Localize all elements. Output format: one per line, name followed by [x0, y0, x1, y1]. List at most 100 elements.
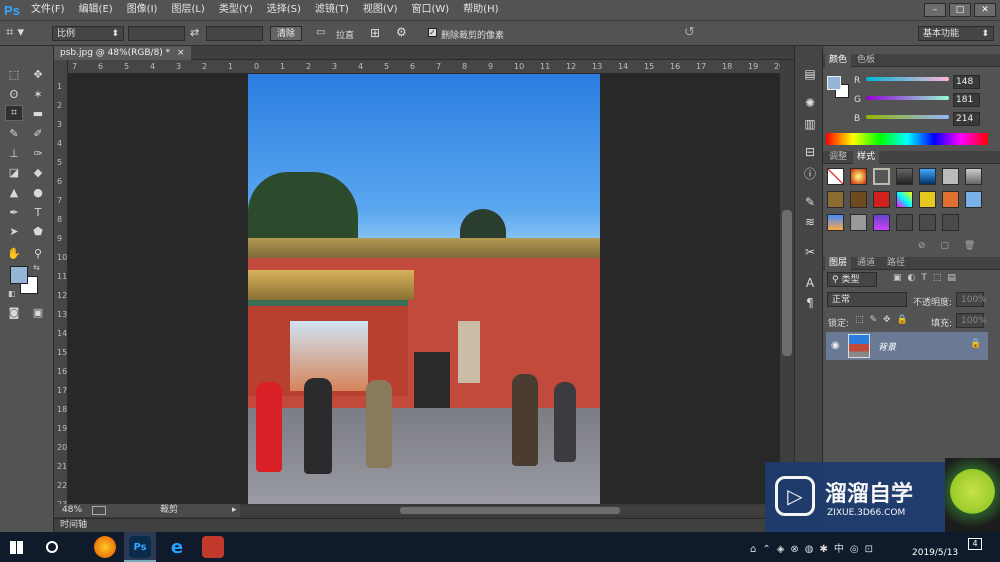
style-none[interactable] [827, 168, 844, 185]
zoom-level[interactable]: 48% [62, 504, 82, 517]
menu-filter[interactable]: 滤镜(T) [308, 0, 356, 20]
clear-style-icon[interactable]: ⊘ [918, 241, 926, 251]
character-icon[interactable]: A [801, 275, 819, 291]
ruler-tool-icon[interactable]: ▬ [29, 105, 47, 121]
info-icon[interactable]: ⓘ [801, 165, 819, 181]
paragraph-icon[interactable]: ¶ [801, 295, 819, 311]
menu-file[interactable]: 文件(F) [24, 0, 72, 20]
reset-icon[interactable]: ↺ [684, 25, 695, 40]
style-swatch[interactable] [827, 191, 844, 208]
app-red-icon[interactable] [202, 536, 224, 558]
blend-mode-dropdown[interactable]: 正常 [827, 292, 907, 307]
new-style-icon[interactable]: ▢ [940, 241, 949, 251]
style-swatch[interactable] [919, 191, 936, 208]
tab-styles[interactable]: 样式 [853, 151, 880, 164]
layer-filter-dropdown[interactable]: ⚲ 类型 [827, 272, 877, 287]
status-arrow-icon[interactable]: ▸ [232, 504, 237, 517]
r-value[interactable]: 148 [953, 75, 980, 89]
clock-date[interactable]: 2019/5/13 [912, 548, 958, 558]
style-swatch[interactable] [873, 168, 890, 185]
canvas-area[interactable] [68, 74, 780, 504]
swap-icon[interactable]: ⇄ [190, 26, 199, 39]
tab-adjustments[interactable]: 调整 [825, 151, 851, 164]
notification-icon[interactable]: 4 [968, 538, 982, 550]
style-swatch[interactable] [850, 214, 867, 231]
properties-icon[interactable]: ⊟ [801, 144, 819, 160]
pen-tool-icon[interactable]: ✒ [5, 204, 23, 220]
lasso-tool-icon[interactable]: ʘ [5, 86, 23, 102]
magic-wand-tool-icon[interactable]: ✶ [29, 86, 47, 102]
menu-view[interactable]: 视图(V) [356, 0, 405, 20]
actions-icon[interactable]: ✺ [801, 95, 819, 111]
horizontal-scrollbar[interactable] [240, 506, 780, 515]
histogram-icon[interactable]: ▥ [801, 116, 819, 132]
menu-select[interactable]: 选择(S) [260, 0, 308, 20]
shape-tool-icon[interactable]: ⬟ [29, 223, 47, 239]
ie-icon[interactable]: e [166, 536, 188, 558]
workspace-dropdown[interactable]: 基本功能 ⬍ [918, 26, 994, 41]
ratio-dropdown[interactable]: 比例 ⬍ [52, 26, 124, 41]
dodge-tool-icon[interactable]: ● [29, 184, 47, 200]
timeline-label[interactable]: 时间轴 [60, 520, 87, 530]
style-swatch[interactable] [850, 168, 867, 185]
style-swatch[interactable] [896, 191, 913, 208]
zoom-tool-icon[interactable]: ⚲ [29, 245, 47, 261]
clone-stamp-icon[interactable]: ⊥ [5, 145, 23, 161]
r-slider[interactable] [866, 77, 949, 81]
tab-color[interactable]: 颜色 [825, 54, 852, 67]
height-field[interactable] [206, 26, 263, 41]
straighten-label[interactable]: 拉直 [336, 28, 354, 41]
menu-window[interactable]: 窗口(W) [404, 0, 456, 20]
layer-row-background[interactable]: ◉ 背景 🔒 [826, 332, 988, 360]
type-tool-icon[interactable]: T [29, 204, 47, 220]
firefox-icon[interactable] [94, 536, 116, 558]
menu-layer[interactable]: 图层(L) [164, 0, 211, 20]
b-value[interactable]: 214 [953, 112, 980, 126]
windows-start-icon[interactable] [10, 541, 23, 554]
quick-mask-icon[interactable]: ◙ [5, 304, 23, 320]
brush-tool-icon[interactable]: ✐ [29, 125, 47, 141]
style-swatch[interactable] [873, 214, 890, 231]
layer-name[interactable]: 背景 [878, 340, 896, 353]
style-swatch[interactable] [965, 191, 982, 208]
vertical-scroll-thumb[interactable] [782, 210, 792, 356]
move-tool-icon[interactable]: ✥ [29, 66, 47, 82]
document-tab[interactable]: psb.jpg @ 48%(RGB/8) * × [54, 46, 191, 60]
style-swatch[interactable] [873, 191, 890, 208]
opacity-field[interactable]: 100% [956, 292, 987, 307]
foreground-color-swatch[interactable] [10, 266, 28, 284]
style-swatch[interactable] [942, 168, 959, 185]
style-swatch[interactable] [942, 214, 959, 231]
blur-tool-icon[interactable]: ▲ [5, 184, 23, 200]
path-selection-icon[interactable]: ➤ [5, 223, 23, 239]
tray-icons[interactable]: ⌂⌃◈⊗◍✱中◎⊡ [750, 540, 879, 555]
close-button[interactable]: ✕ [974, 3, 996, 17]
task-view-icon[interactable] [46, 541, 58, 553]
screen-mode-icon[interactable]: ▣ [29, 304, 47, 320]
tab-paths[interactable]: 路径 [883, 257, 909, 270]
default-colors-icon[interactable]: ◧ [8, 289, 16, 298]
g-value[interactable]: 181 [953, 93, 980, 107]
history-icon[interactable]: ▤ [801, 66, 819, 82]
width-field[interactable] [128, 26, 185, 41]
trash-icon[interactable]: 🗑 [964, 241, 975, 251]
style-swatch[interactable] [850, 191, 867, 208]
style-swatch[interactable] [896, 168, 913, 185]
vertical-scrollbar[interactable] [780, 60, 794, 506]
menu-image[interactable]: 图像(I) [120, 0, 165, 20]
eraser-tool-icon[interactable]: ◪ [5, 164, 23, 180]
menu-help[interactable]: 帮助(H) [456, 0, 505, 20]
delete-cropped-checkbox[interactable]: ✓ [428, 28, 437, 37]
crop-tool-preset-icon[interactable]: ⌗ ▾ [6, 25, 36, 41]
style-swatch[interactable] [965, 168, 982, 185]
brush-settings-icon[interactable]: ≋ [801, 214, 819, 230]
color-fg-swatch[interactable] [827, 76, 841, 90]
fill-field[interactable]: 100% [956, 313, 987, 328]
tab-channels[interactable]: 通道 [853, 257, 879, 270]
horizontal-scroll-thumb[interactable] [400, 507, 620, 514]
style-swatch[interactable] [942, 191, 959, 208]
grid-overlay-icon[interactable]: ⊞ [370, 26, 380, 40]
close-tab-icon[interactable]: × [177, 48, 185, 58]
color-ramp[interactable] [826, 133, 988, 145]
photoshop-taskbar-icon[interactable]: Ps [129, 536, 151, 558]
